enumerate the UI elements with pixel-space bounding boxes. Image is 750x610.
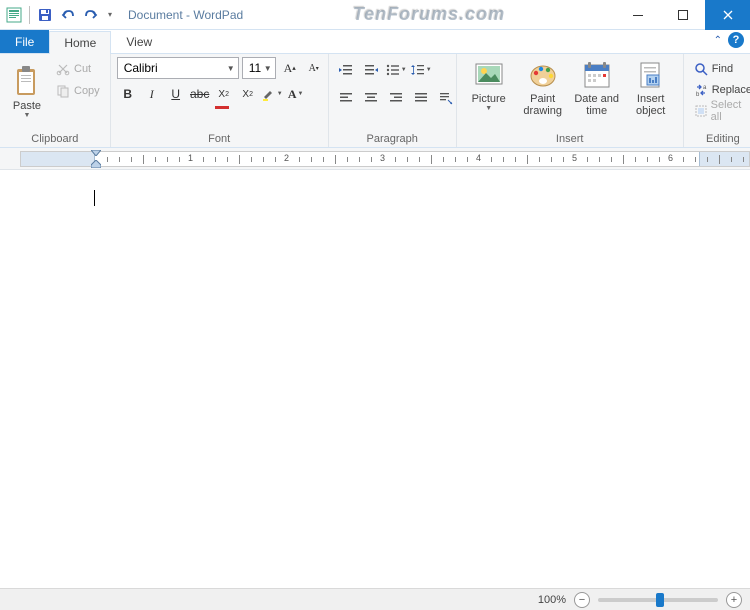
magnifier-icon	[694, 62, 708, 76]
qat-customize-icon[interactable]: ▾	[104, 5, 116, 25]
chevron-down-icon: ▼	[264, 64, 272, 73]
save-icon[interactable]	[35, 5, 55, 25]
select-all-icon	[694, 104, 707, 118]
decrease-indent-button[interactable]	[335, 59, 357, 81]
group-insert: Picture ▼ Paint drawing Date and time In…	[457, 54, 684, 147]
bullets-button[interactable]: ▼	[385, 59, 407, 81]
underline-button[interactable]: U	[165, 83, 187, 105]
paste-button[interactable]: Paste ▼	[6, 57, 48, 127]
font-size-select[interactable]: 11▼	[242, 57, 276, 79]
document-area[interactable]	[0, 170, 750, 588]
scissors-icon	[56, 62, 70, 76]
group-editing: Find ab Replace Select all Editing	[684, 54, 750, 147]
insert-object-button[interactable]: Insert object	[625, 57, 677, 131]
align-right-button[interactable]	[385, 87, 407, 109]
align-center-button[interactable]	[360, 87, 382, 109]
zoom-out-button[interactable]: −	[574, 592, 590, 608]
select-all-button[interactable]: Select all	[690, 101, 750, 121]
ruler-number: 1	[188, 153, 193, 163]
group-label-font: Font	[117, 131, 322, 145]
text-cursor	[94, 190, 95, 206]
minimize-button[interactable]	[615, 0, 660, 30]
quick-access-toolbar: ▾	[0, 0, 120, 29]
ruler-number: 2	[284, 153, 289, 163]
maximize-button[interactable]	[660, 0, 705, 30]
first-line-indent-marker[interactable]	[91, 150, 101, 156]
font-color-button[interactable]: A▼	[285, 83, 307, 105]
strikethrough-button[interactable]: abc	[189, 83, 211, 105]
watermark-text: TenForums.com	[353, 4, 505, 25]
close-button[interactable]	[705, 0, 750, 30]
justify-button[interactable]	[410, 87, 432, 109]
title-bar: ▾ Document - WordPad TenForums.com	[0, 0, 750, 30]
redo-icon[interactable]	[81, 5, 101, 25]
help-icon[interactable]: ?	[728, 32, 744, 48]
group-clipboard: Paste ▼ Cut Copy Clipboard	[0, 54, 111, 147]
shrink-font-button[interactable]: A▾	[303, 57, 325, 79]
chevron-down-icon: ▼	[485, 105, 492, 112]
paint-drawing-button[interactable]: Paint drawing	[517, 57, 569, 131]
grow-font-button[interactable]: A▴	[279, 57, 301, 79]
group-label-insert: Insert	[463, 131, 677, 145]
increase-indent-button[interactable]	[360, 59, 382, 81]
zoom-percentage: 100%	[538, 594, 566, 606]
app-icon[interactable]	[4, 5, 24, 25]
group-paragraph: ▼ ▼ Paragraph	[329, 54, 457, 147]
tab-file[interactable]: File	[0, 30, 49, 53]
zoom-in-button[interactable]: +	[726, 592, 742, 608]
replace-icon: ab	[694, 83, 708, 97]
italic-button[interactable]: I	[141, 83, 163, 105]
ribbon-tabs: File Home View ⌃ ?	[0, 30, 750, 54]
copy-icon	[56, 84, 70, 98]
hanging-indent-marker[interactable]	[91, 160, 101, 168]
ruler-number: 4	[476, 153, 481, 163]
zoom-slider-thumb[interactable]	[656, 593, 664, 607]
chevron-down-icon: ▼	[227, 64, 235, 73]
window-controls	[615, 0, 750, 29]
find-button[interactable]: Find	[690, 59, 737, 79]
highlight-button[interactable]: ▼	[261, 83, 283, 105]
ruler[interactable]: 1234567	[0, 148, 750, 170]
align-left-button[interactable]	[335, 87, 357, 109]
zoom-slider[interactable]	[598, 598, 718, 602]
date-time-button[interactable]: Date and time	[571, 57, 623, 131]
ribbon: Paste ▼ Cut Copy Clipboard Calibri▼	[0, 54, 750, 148]
paste-dropdown-icon: ▼	[24, 112, 31, 119]
collapse-ribbon-icon[interactable]: ⌃	[714, 35, 722, 46]
tab-view[interactable]: View	[111, 30, 167, 53]
status-bar: 100% − +	[0, 588, 750, 610]
group-label-editing: Editing	[690, 131, 750, 145]
cut-button[interactable]: Cut	[52, 59, 104, 79]
superscript-button[interactable]: X2	[237, 83, 259, 105]
svg-text:a: a	[703, 85, 707, 91]
svg-text:b: b	[696, 92, 700, 97]
font-color-swatch	[215, 106, 229, 109]
tab-home[interactable]: Home	[49, 31, 111, 54]
ruler-number: 5	[572, 153, 577, 163]
qat-separator	[29, 6, 30, 24]
bold-button[interactable]: B	[117, 83, 139, 105]
paragraph-dialog-button[interactable]	[435, 87, 457, 109]
group-label-clipboard: Clipboard	[6, 131, 104, 145]
ruler-number: 6	[668, 153, 673, 163]
copy-button[interactable]: Copy	[52, 81, 104, 101]
font-family-select[interactable]: Calibri▼	[117, 57, 239, 79]
line-spacing-button[interactable]: ▼	[410, 59, 432, 81]
picture-button[interactable]: Picture ▼	[463, 57, 515, 131]
window-title: Document - WordPad	[120, 8, 243, 22]
replace-button[interactable]: ab Replace	[690, 80, 750, 100]
subscript-button[interactable]: X2	[213, 83, 235, 105]
group-font: Calibri▼ 11▼ A▴ A▾ B I U abc X2 X2 ▼ A▼	[111, 54, 329, 147]
group-label-paragraph: Paragraph	[335, 131, 450, 145]
undo-icon[interactable]	[58, 5, 78, 25]
ruler-number: 3	[380, 153, 385, 163]
